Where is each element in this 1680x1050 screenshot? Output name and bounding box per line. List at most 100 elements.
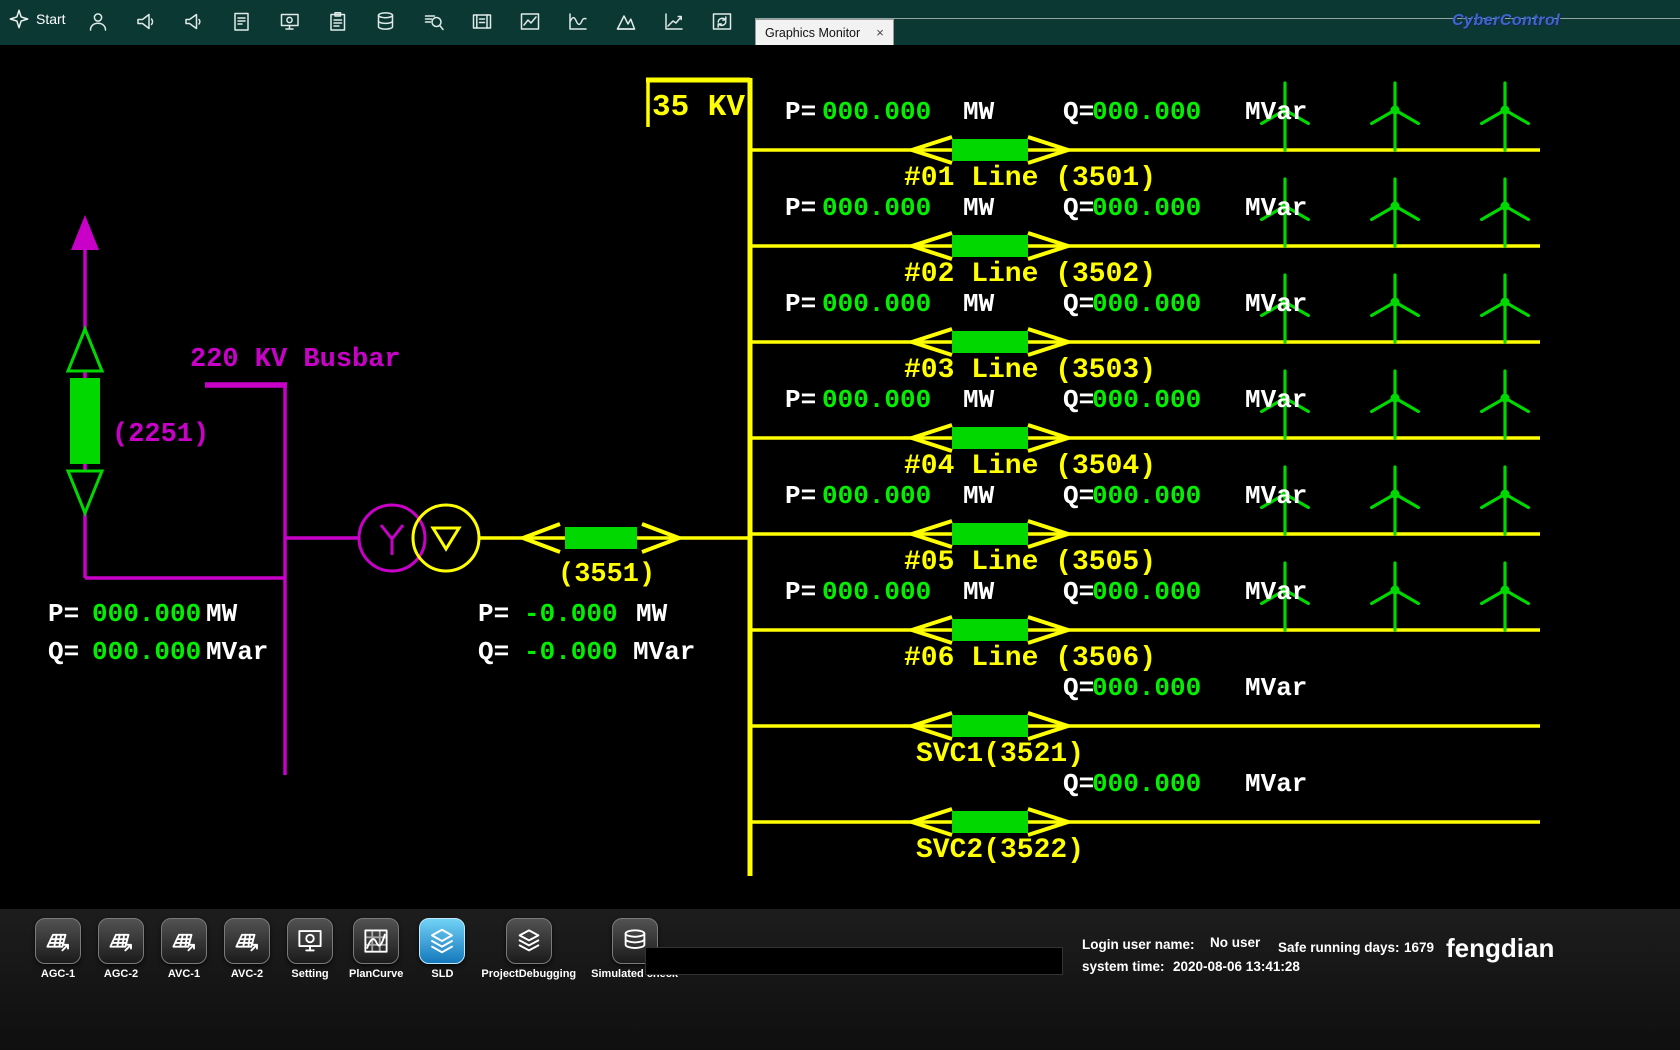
q-label: Q= (1063, 769, 1094, 799)
solar-panel-icon (232, 926, 262, 956)
q-label: Q= (1063, 193, 1094, 223)
trend-chart-toolbar-button[interactable] (661, 9, 687, 35)
footer-brand-logo: fengdian (1446, 933, 1554, 964)
monitor-gear-icon (295, 926, 325, 956)
feeder-breaker[interactable] (952, 331, 1028, 353)
command-display[interactable] (645, 947, 1063, 975)
mw-unit: MW (963, 289, 994, 319)
clipboard-toolbar-button[interactable] (325, 9, 351, 35)
q-label: Q= (1063, 481, 1094, 511)
mvar-unit: MVar (1245, 769, 1307, 799)
user-icon (86, 10, 110, 34)
mvar-unit: MVar (1245, 97, 1307, 127)
app-agc-1[interactable]: AGC-1 (34, 918, 82, 980)
display-toolbar-button[interactable] (277, 9, 303, 35)
login-value: No user (1210, 935, 1260, 950)
p-value: 000.000 (822, 289, 931, 319)
feeder-readings: P=000.000MWQ=000.000MVar (0, 481, 1680, 517)
database-icon (374, 10, 398, 34)
app-button[interactable] (353, 918, 399, 964)
app-button[interactable] (98, 918, 144, 964)
transformer-feeder (479, 524, 750, 552)
p-value: 000.000 (822, 193, 931, 223)
start-button[interactable]: Start (8, 8, 66, 30)
wave-chart-toolbar-button[interactable] (565, 9, 591, 35)
busbar-220-label: 220 KV Busbar (190, 345, 401, 375)
breaker-3551[interactable] (565, 527, 637, 549)
app-button[interactable] (35, 918, 81, 964)
refresh-chart-icon (710, 10, 734, 34)
app-sld[interactable]: SLD (418, 918, 466, 980)
report-toolbar-button[interactable] (229, 9, 255, 35)
feeder-label: #01 Line (3501) (904, 163, 1156, 194)
feeder-breaker[interactable] (952, 715, 1028, 737)
speaker-icon (182, 10, 206, 34)
stack-icon (514, 926, 544, 956)
q-value: 000.000 (1092, 481, 1201, 511)
single-line-diagram: 220 KV Busbar (2251) 35 KV (3551) P= 000… (0, 45, 1680, 908)
q-value: 000.000 (1092, 673, 1201, 703)
megaphone-toolbar-button[interactable] (133, 9, 159, 35)
mountain-chart-toolbar-button[interactable] (613, 9, 639, 35)
p-value: 000.000 (822, 481, 931, 511)
tab-label: Graphics Monitor (765, 26, 860, 40)
wave-chart-icon (566, 10, 590, 34)
days-label: Safe running days: (1278, 940, 1400, 955)
megaphone-icon (134, 10, 158, 34)
mvar-unit: MVar (1245, 577, 1307, 607)
p-value: 000.000 (822, 97, 931, 127)
mvar-unit: MVar (1245, 289, 1307, 319)
feeder-breaker[interactable] (952, 235, 1028, 257)
mvar-unit: MVar (1245, 385, 1307, 415)
mvar-unit: MVar (633, 637, 695, 667)
database-toolbar-button[interactable] (373, 9, 399, 35)
q-value: 000.000 (1092, 289, 1201, 319)
feeder-readings: Q=000.000MVar (0, 673, 1680, 709)
app-avc-1[interactable]: AVC-1 (160, 918, 208, 980)
mw-unit: MW (963, 385, 994, 415)
app-label: AGC-2 (104, 968, 138, 980)
feeder-breaker[interactable] (952, 811, 1028, 833)
trend-chart-icon (662, 10, 686, 34)
feeder-label: #06 Line (3506) (904, 643, 1156, 674)
feeder-label: #02 Line (3502) (904, 259, 1156, 290)
search-icon (422, 10, 446, 34)
q-label: Q= (1063, 97, 1094, 127)
app-button[interactable] (224, 918, 270, 964)
app-button[interactable] (419, 918, 465, 964)
p-label: P= (785, 193, 816, 223)
feeder-7 (750, 713, 1540, 739)
tab-graphics-monitor[interactable]: Graphics Monitor × (755, 19, 894, 45)
q-label: Q= (1063, 673, 1094, 703)
app-button[interactable] (506, 918, 552, 964)
delta-symbol-icon (433, 528, 459, 549)
mvar-unit: MVar (206, 637, 268, 667)
search-toolbar-button[interactable] (421, 9, 447, 35)
app-avc-2[interactable]: AVC-2 (223, 918, 271, 980)
app-label: AVC-1 (168, 968, 200, 980)
clipboard-icon (326, 10, 350, 34)
line-chart-toolbar-button[interactable] (517, 9, 543, 35)
id-card-toolbar-button[interactable] (469, 9, 495, 35)
p-label: P= (785, 289, 816, 319)
app-agc-2[interactable]: AGC-2 (97, 918, 145, 980)
tab-close-icon[interactable]: × (876, 26, 884, 39)
time-label: system time: (1082, 959, 1165, 974)
app-button[interactable] (287, 918, 333, 964)
app-plancurve[interactable]: PlanCurve (349, 918, 403, 980)
refresh-chart-toolbar-button[interactable] (709, 9, 735, 35)
app-projectdebugging[interactable]: ProjectDebugging (481, 918, 576, 980)
p-label: P= (785, 577, 816, 607)
q-value-220: 000.000 (92, 637, 201, 667)
user-toolbar-button[interactable] (85, 9, 111, 35)
q-label: Q= (48, 637, 79, 667)
app-button[interactable] (161, 918, 207, 964)
app-setting[interactable]: Setting (286, 918, 334, 980)
days-value: 1679 (1404, 940, 1434, 955)
feeder-breaker[interactable] (952, 619, 1028, 641)
feeder-breaker[interactable] (952, 139, 1028, 161)
feeder-breaker[interactable] (952, 427, 1028, 449)
feeder-breaker[interactable] (952, 523, 1028, 545)
mw-unit: MW (963, 193, 994, 223)
speaker-toolbar-button[interactable] (181, 9, 207, 35)
